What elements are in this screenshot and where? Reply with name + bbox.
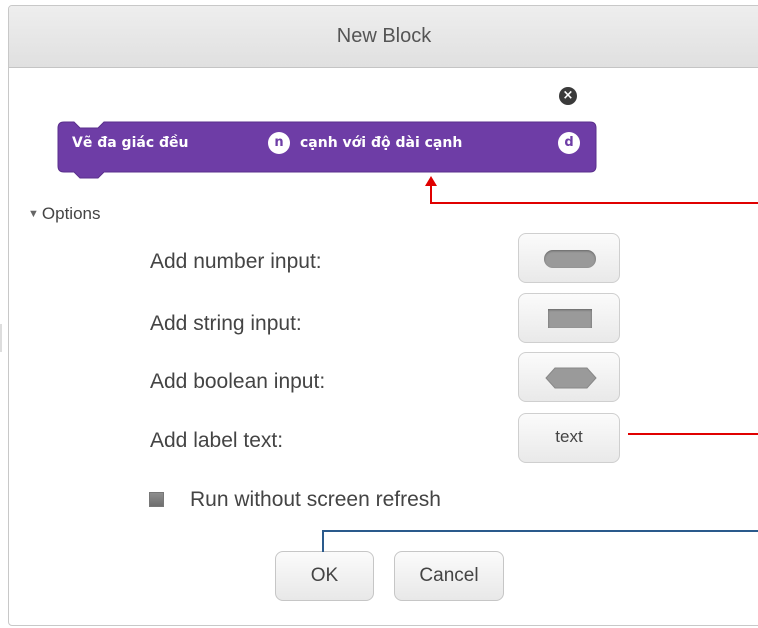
ok-button[interactable]: OK	[275, 551, 374, 601]
block-text-2[interactable]: cạnh với độ dài cạnh	[300, 134, 462, 152]
triangle-down-icon: ▼	[28, 208, 39, 220]
run-without-refresh-checkbox[interactable]	[149, 492, 164, 507]
block-text-1[interactable]: Vẽ đa giác đều	[72, 134, 188, 152]
block-arg-n[interactable]: n	[268, 132, 290, 154]
rounded-slot-icon	[544, 250, 596, 268]
add-boolean-input-button[interactable]	[518, 352, 620, 402]
dialog-title: New Block	[336, 25, 432, 47]
add-label-text-button[interactable]: text	[518, 413, 620, 463]
run-without-refresh-label[interactable]: Run without screen refresh	[190, 488, 441, 512]
options-toggle[interactable]: ▼ Options	[28, 204, 100, 224]
close-icon[interactable]: ×	[559, 87, 577, 105]
custom-block-preview[interactable]: Vẽ đa giác đều n cạnh với độ dài cạnh d	[57, 121, 597, 179]
rect-slot-icon	[548, 309, 592, 328]
add-boolean-input-label: Add boolean input:	[150, 370, 326, 393]
edge-marker	[0, 324, 2, 352]
hexagon-slot-icon	[545, 367, 597, 389]
add-number-input-label: Add number input:	[150, 250, 322, 273]
cancel-button[interactable]: Cancel	[394, 551, 504, 601]
add-string-input-button[interactable]	[518, 293, 620, 343]
add-label-text-label: Add label text:	[150, 429, 284, 452]
add-string-input-label: Add string input:	[150, 312, 302, 335]
new-block-dialog: New Block	[8, 5, 758, 626]
add-number-input-button[interactable]	[518, 233, 620, 283]
options-label: Options	[41, 204, 101, 223]
dialog-titlebar[interactable]: New Block	[9, 6, 758, 68]
block-arg-d[interactable]: d	[558, 132, 580, 154]
add-label-text-button-label: text	[555, 427, 583, 446]
